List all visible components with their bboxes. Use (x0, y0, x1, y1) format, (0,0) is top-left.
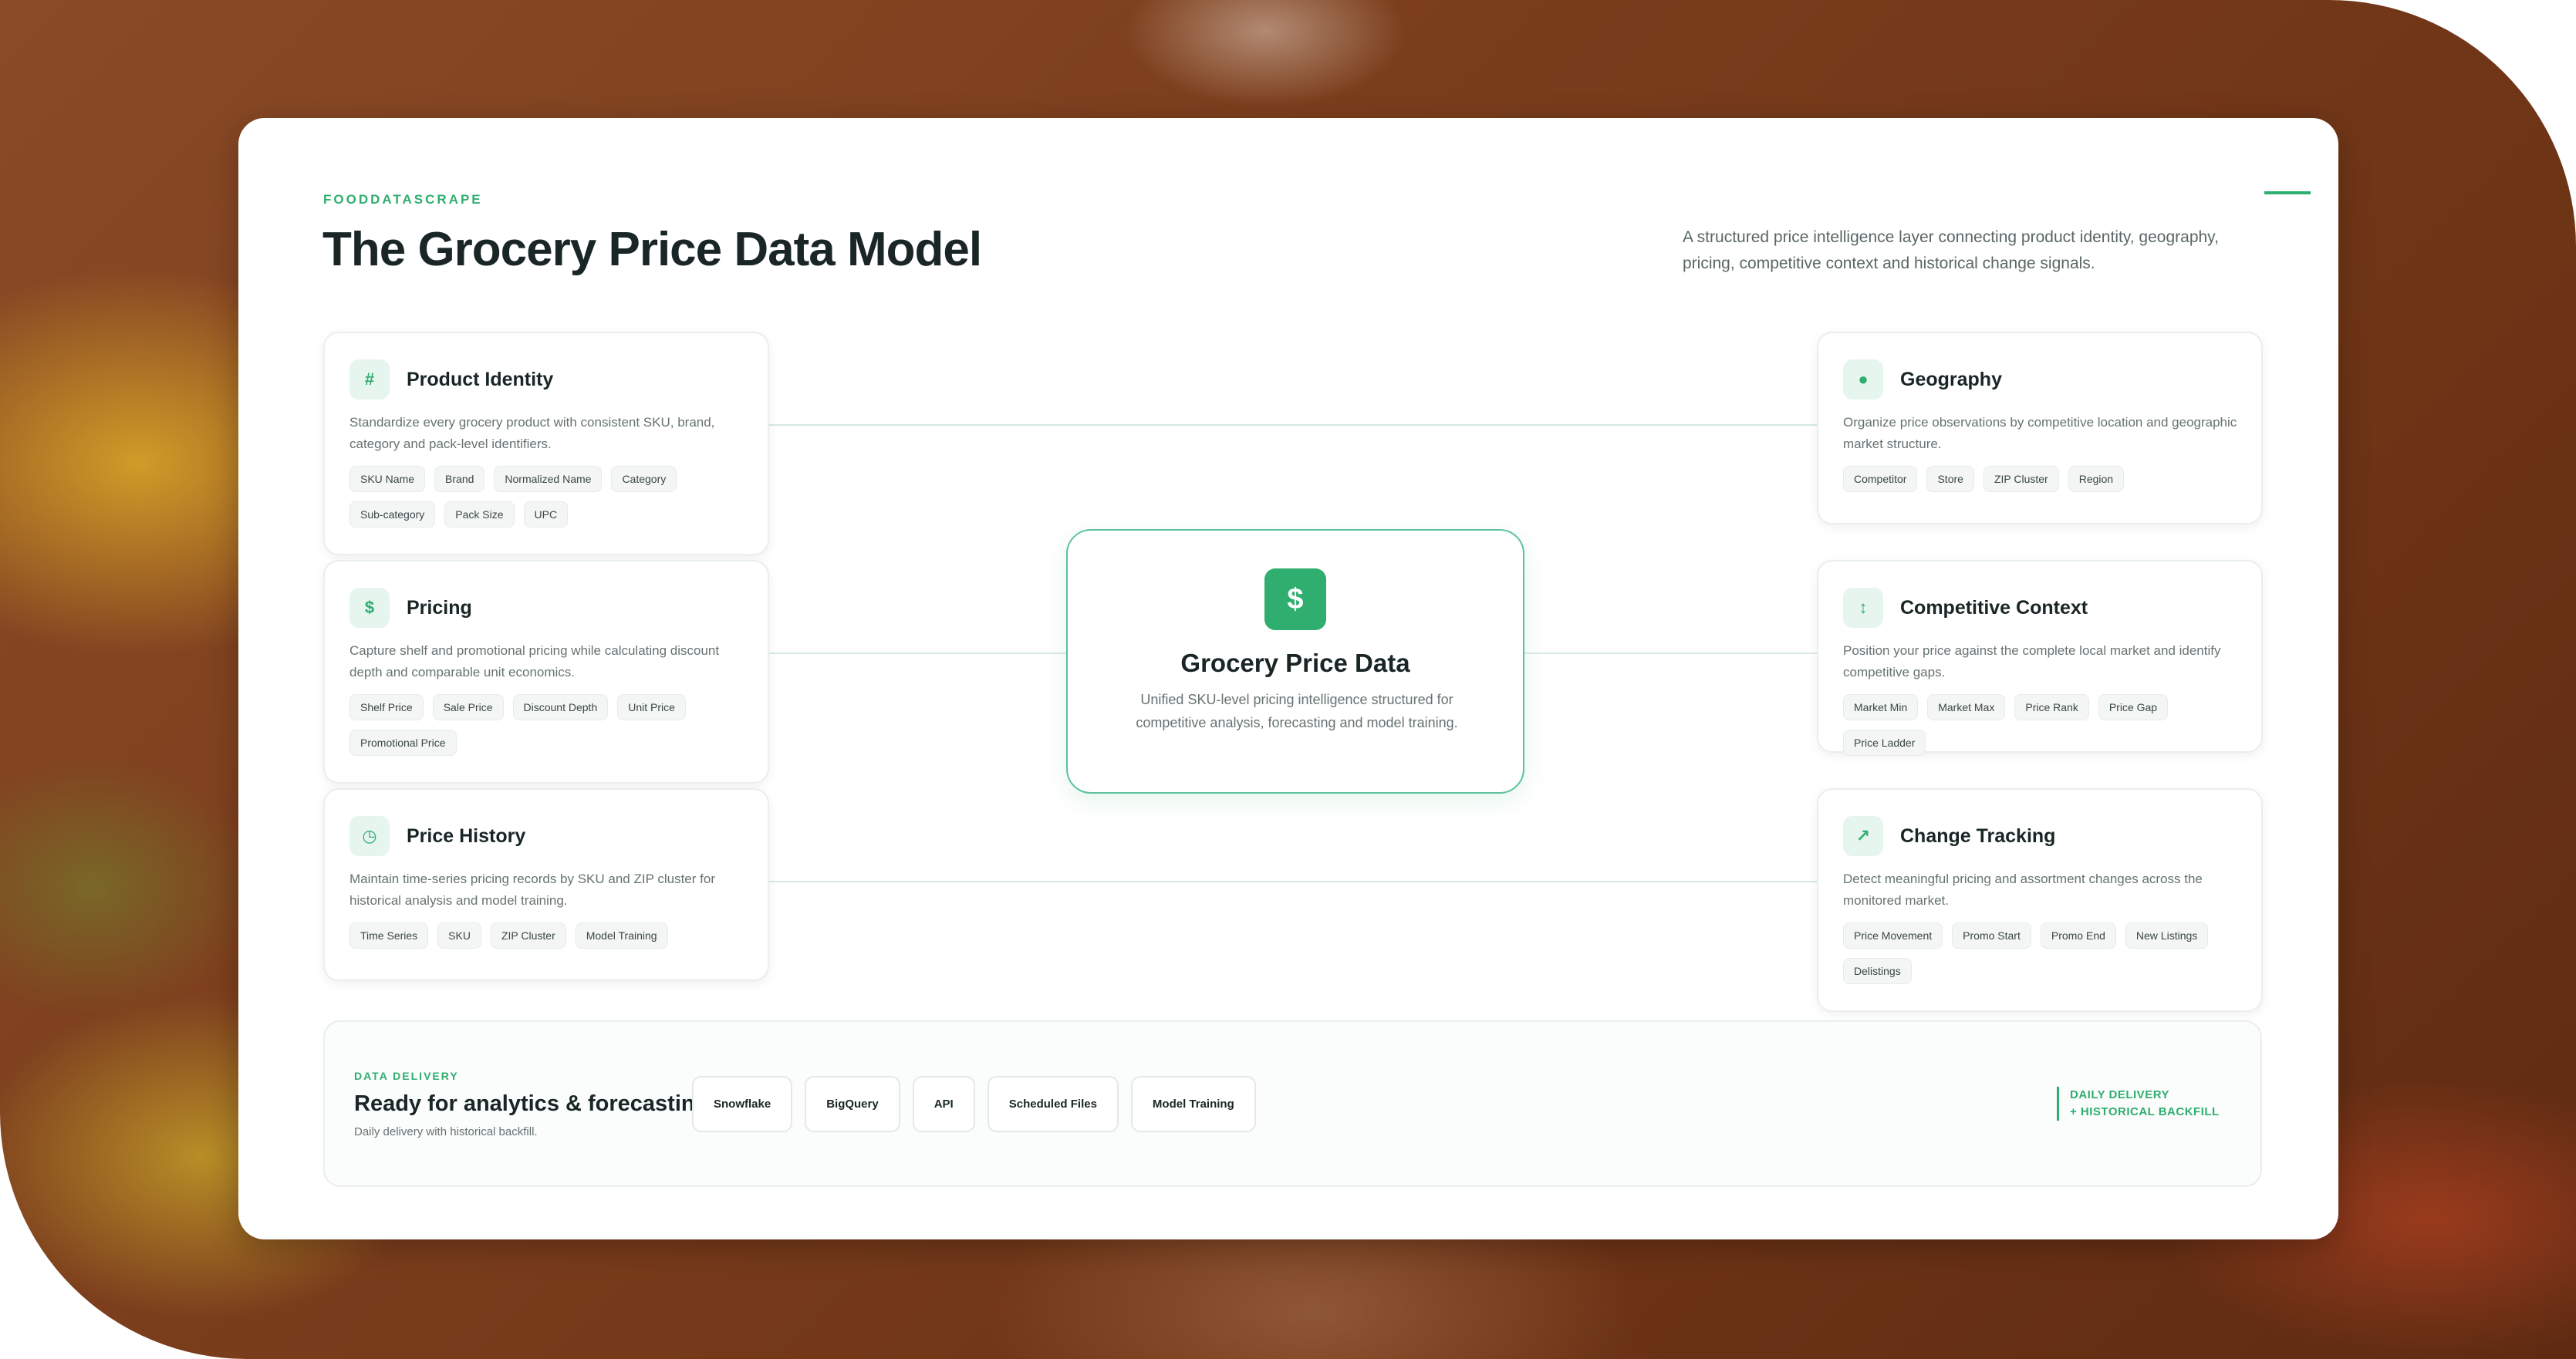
delivery-note-line: + HISTORICAL BACKFILL (2070, 1105, 2220, 1118)
api-button[interactable]: API (912, 1076, 975, 1132)
field-chip: Market Max (1927, 694, 2006, 720)
card-change-tracking: ↗ Change Tracking Detect meaningful pric… (1817, 788, 2263, 1012)
field-chip: Unit Price (617, 694, 686, 720)
field-chip: Promo Start (1952, 922, 2031, 949)
snowflake-button[interactable]: Snowflake (692, 1076, 793, 1132)
delivery-note-line: DAILY DELIVERY (2070, 1088, 2169, 1101)
field-chip: ZIP Cluster (490, 922, 566, 949)
field-chip: Store (1926, 466, 1974, 492)
center-description: Unified SKU-level pricing intelligence s… (1136, 692, 1458, 730)
delivery-subtitle: Daily delivery with historical backfill. (354, 1125, 538, 1138)
card-description: Standardize every grocery product with c… (349, 415, 715, 451)
card-description: Detect meaningful pricing and assortment… (1843, 872, 2203, 908)
scheduled-files-button[interactable]: Scheduled Files (987, 1076, 1119, 1132)
clock-icon: ◷ (349, 816, 390, 856)
card-price-history: ◷ Price History Maintain time-series pri… (323, 788, 769, 981)
dollar-icon: $ (1264, 568, 1326, 630)
field-chip: Price Gap (2098, 694, 2169, 720)
data-model-card: FOODDATASCRAPE The Grocery Price Data Mo… (238, 118, 2338, 1239)
card-description: Maintain time-series pricing records by … (349, 872, 715, 908)
card-title: Geography (1900, 368, 2002, 390)
field-chip: Brand (434, 466, 485, 492)
card-description: Capture shelf and promotional pricing wh… (349, 643, 720, 680)
chip-list: Market Min Market Max Price Rank Price G… (1843, 694, 2238, 756)
intro-text: A structured price intelligence layer co… (1683, 228, 2219, 272)
center-title: Grocery Price Data (1180, 649, 1410, 677)
field-chip: Normalized Name (494, 466, 603, 492)
field-chip: Price Movement (1843, 922, 1943, 949)
field-chip: UPC (523, 501, 569, 528)
card-description: Organize price observations by competiti… (1843, 415, 2237, 451)
card-pricing: $ Pricing Capture shelf and promotional … (323, 560, 769, 784)
field-chip: Shelf Price (349, 694, 424, 720)
field-chip: Promo End (2040, 922, 2116, 949)
chip-list: Competitor Store ZIP Cluster Region (1843, 466, 2238, 492)
card-description: Position your price against the complete… (1843, 643, 2221, 680)
field-chip: SKU (437, 922, 481, 949)
field-chip: Delistings (1843, 958, 1912, 984)
card-product-identity: # Product Identity Standardize every gro… (323, 332, 769, 555)
card-title: Pricing (407, 596, 472, 619)
data-delivery-panel: DATA DELIVERY Ready for analytics & fore… (323, 1020, 2262, 1187)
field-chip: Region (2068, 466, 2125, 492)
field-chip: Sale Price (432, 694, 504, 720)
card-title: Product Identity (407, 368, 554, 390)
field-chip: New Listings (2125, 922, 2209, 949)
dollar-icon: $ (349, 588, 390, 628)
trend-arrow-icon: ↗ (1843, 816, 1883, 856)
hash-icon: # (349, 359, 390, 400)
delivery-options: Snowflake BigQuery API Scheduled Files M… (692, 1076, 1256, 1132)
delivery-title: Ready for analytics & forecasting (354, 1091, 709, 1116)
field-chip: Model Training (575, 922, 668, 949)
field-chip: Price Rank (2014, 694, 2089, 720)
delivery-eyebrow: DATA DELIVERY (354, 1070, 459, 1082)
card-title: Price History (407, 825, 526, 847)
field-chip: Competitor (1843, 466, 1918, 492)
field-chip: Pack Size (444, 501, 515, 528)
field-chip: ZIP Cluster (1983, 466, 2059, 492)
chip-list: Shelf Price Sale Price Discount Depth Un… (349, 694, 744, 756)
delivery-note: DAILY DELIVERY + HISTORICAL BACKFILL (2057, 1087, 2220, 1121)
location-pin-icon: ● (1843, 359, 1883, 400)
up-down-arrow-icon: ↕ (1843, 588, 1883, 628)
field-chip: Promotional Price (349, 730, 457, 756)
field-chip: SKU Name (349, 466, 426, 492)
field-chip: Sub-category (349, 501, 436, 528)
field-chip: Market Min (1843, 694, 1919, 720)
center-node: $ Grocery Price Data Unified SKU-level p… (1066, 529, 1524, 794)
field-chip: Category (611, 466, 677, 492)
field-chip: Discount Depth (512, 694, 609, 720)
card-title: Change Tracking (1900, 825, 2056, 847)
field-chip: Price Ladder (1843, 730, 1926, 756)
page-title: The Grocery Price Data Model (322, 223, 982, 276)
chip-list: Time Series SKU ZIP Cluster Model Traini… (349, 922, 744, 949)
card-geography: ● Geography Organize price observations … (1817, 332, 2263, 524)
card-title: Competitive Context (1900, 596, 2088, 619)
model-training-button[interactable]: Model Training (1130, 1076, 1256, 1132)
card-competitive-context: ↕ Competitive Context Position your pric… (1817, 560, 2263, 756)
chip-list: SKU Name Brand Normalized Name Category … (349, 466, 744, 528)
chip-list: Price Movement Promo Start Promo End New… (1843, 922, 2238, 984)
field-chip: Time Series (349, 922, 429, 949)
brand-eyebrow: FOODDATASCRAPE (323, 192, 483, 207)
accent-line (2264, 191, 2311, 194)
bigquery-button[interactable]: BigQuery (805, 1076, 900, 1132)
